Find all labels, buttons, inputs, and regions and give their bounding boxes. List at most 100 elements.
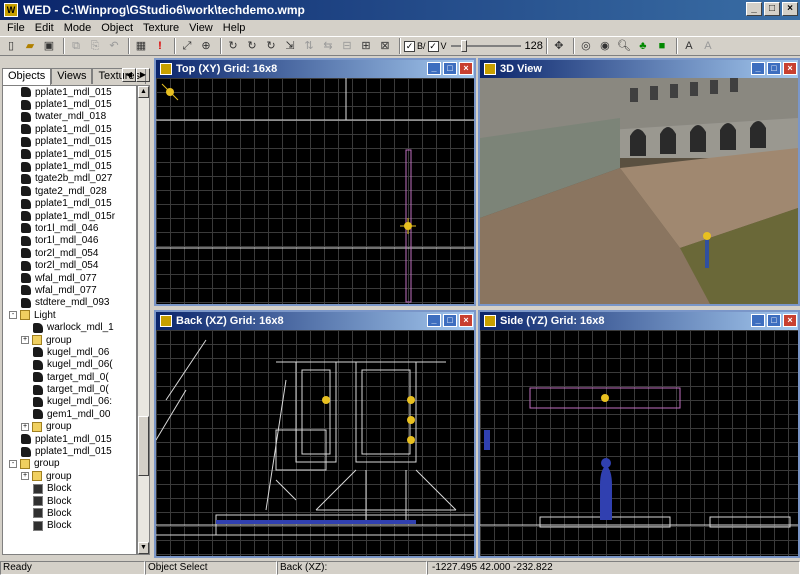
tree-item[interactable]: pplate1_mdl_015 [3,433,136,445]
tree-item[interactable]: stdtere_mdl_093 [3,297,136,309]
tree-scrollbar[interactable]: ▲ ▼ [137,85,150,555]
menu-view[interactable]: View [184,22,218,34]
tree-item[interactable]: tor1l_mdl_046 [3,235,136,247]
rotate-y-icon[interactable]: ↻ [244,38,260,54]
cube-icon[interactable]: ■ [654,38,670,54]
tree-item[interactable]: Block [3,507,136,519]
tree-item[interactable]: tgate2_mdl_028 [3,185,136,197]
scroll-up-icon[interactable]: ▲ [138,86,149,98]
3d-view-render[interactable] [480,78,798,304]
new-file-icon[interactable]: ▯ [3,38,19,54]
viewport-close-button[interactable]: × [459,62,473,75]
mirror-icon[interactable]: ⇆ [320,38,336,54]
tree-item[interactable]: + group [3,470,136,482]
object-tree[interactable]: pplate1_mdl_015 pplate1_mdl_015 twater_mdl… [2,85,137,555]
expand-icon[interactable]: + [21,336,29,344]
viewport-side[interactable]: Side (YZ) Grid: 16x8 _ □ × [478,310,800,558]
text-tool-icon[interactable]: A [681,38,697,54]
align-icon[interactable]: ⊟ [339,38,355,54]
tree-item[interactable]: Block [3,483,136,495]
expand-icon[interactable]: + [21,472,29,481]
open-folder-icon[interactable]: ▰ [22,38,38,54]
menu-edit[interactable]: Edit [30,22,59,34]
fly-icon[interactable]: ◉ [597,38,613,54]
tree-item[interactable]: pplate1_mdl_015 [3,148,136,160]
flip-icon[interactable]: ⇅ [301,38,317,54]
viewport-minimize-button[interactable]: _ [751,314,765,327]
build-icon[interactable]: ▦ [133,38,149,54]
viewport-back[interactable]: Back (XZ) Grid: 16x8 _ □ × [154,310,476,558]
tree-item[interactable]: - group [3,458,136,470]
tree-item[interactable]: wfal_mdl_077 [3,284,136,296]
tree-item[interactable]: tgate2b_mdl_027 [3,173,136,185]
tab-objects[interactable]: Objects [2,68,52,85]
maximize-button[interactable]: □ [764,2,780,16]
copy-icon[interactable]: ⧉ [68,38,84,54]
scale-icon[interactable]: ⇲ [282,38,298,54]
tree-item[interactable]: twater_mdl_018 [3,111,136,123]
viewport-maximize-button[interactable]: □ [767,314,781,327]
collapse-icon[interactable]: - [9,311,17,320]
tree-item[interactable]: + group [3,421,136,433]
ungroup-icon[interactable]: ⊠ [377,38,393,54]
tree-item[interactable]: target_mdl_0( [3,383,136,395]
tree-item[interactable]: warlock_mdl_1 [3,321,136,333]
value-slider[interactable] [450,39,521,53]
viewport-maximize-button[interactable]: □ [443,62,457,75]
tree-item[interactable]: pplate1_mdl_015 [3,160,136,172]
tree-item[interactable]: - Light [3,309,136,321]
menu-file[interactable]: File [2,22,30,34]
viewport-back-titlebar[interactable]: Back (XZ) Grid: 16x8 _ □ × [156,312,474,330]
tree-item[interactable]: target_mdl_0( [3,371,136,383]
save-icon[interactable]: ▣ [41,38,57,54]
rotate-x-icon[interactable]: ↻ [225,38,241,54]
tab-scroll-right-icon[interactable]: ▶ [136,68,150,82]
viewport-top[interactable]: Top (XY) Grid: 16x8 _ □ × [154,58,476,306]
tree-item[interactable]: wfal_mdl_077 [3,272,136,284]
tree-item[interactable]: tor2l_mdl_054 [3,259,136,271]
tree-item[interactable]: pplate1_mdl_015 [3,86,136,98]
tree-item[interactable]: pplate1_mdl_015 [3,198,136,210]
tree-item[interactable]: pplate1_mdl_015 [3,123,136,135]
collapse-icon[interactable]: - [9,459,17,468]
side-view-canvas[interactable] [480,330,798,556]
walk-icon[interactable]: ◎ [578,38,594,54]
viewport-close-button[interactable]: × [459,314,473,327]
undo-icon[interactable]: ↶ [106,38,122,54]
text-tool-2-icon[interactable]: A [700,38,716,54]
rotate-z-icon[interactable]: ↻ [263,38,279,54]
viewport-3d-titlebar[interactable]: 3D View _ □ × [480,60,798,78]
scroll-down-icon[interactable]: ▼ [138,542,149,554]
run-icon[interactable]: ! [152,38,168,54]
viewport-minimize-button[interactable]: _ [427,314,441,327]
tree-item[interactable]: pplate1_mdl_015 [3,136,136,148]
scroll-thumb[interactable] [138,416,149,476]
tab-scroll-left-icon[interactable]: ◀ [122,68,136,82]
viewport-top-titlebar[interactable]: Top (XY) Grid: 16x8 _ □ × [156,60,474,78]
menu-help[interactable]: Help [218,22,251,34]
menu-mode[interactable]: Mode [59,22,97,34]
tree-item[interactable]: tor1l_mdl_046 [3,222,136,234]
viewport-maximize-button[interactable]: □ [443,314,457,327]
expand-icon[interactable]: + [21,422,29,431]
tab-views[interactable]: Views [51,68,93,84]
window-titlebar[interactable]: W WED - C:\Winprog\GStudio6\work\techdem… [0,0,800,20]
menu-object[interactable]: Object [96,22,138,34]
minimize-button[interactable]: _ [746,2,762,16]
viewport-3d[interactable]: 3D View _ □ × [478,58,800,306]
viewport-minimize-button[interactable]: _ [751,62,765,75]
move-tool-icon[interactable]: ⊕ [198,38,214,54]
group-icon[interactable]: ⊞ [358,38,374,54]
app-icon[interactable]: W [4,3,18,17]
tree-item[interactable]: pplate1_mdl_015 [3,98,136,110]
paste-icon[interactable]: ⎘ [87,38,103,54]
tree-item[interactable]: kugel_mdl_06: [3,396,136,408]
zoom-icon[interactable]: 🔍︎ [616,38,632,54]
tree-item[interactable]: pplate1_mdl_015 [3,445,136,457]
tree-icon[interactable]: ♣ [635,38,651,54]
viewport-maximize-button[interactable]: □ [767,62,781,75]
viewport-minimize-button[interactable]: _ [427,62,441,75]
tree-item[interactable]: pplate1_mdl_015r [3,210,136,222]
viewport-side-titlebar[interactable]: Side (YZ) Grid: 16x8 _ □ × [480,312,798,330]
tree-item[interactable]: kugel_mdl_06 [3,346,136,358]
